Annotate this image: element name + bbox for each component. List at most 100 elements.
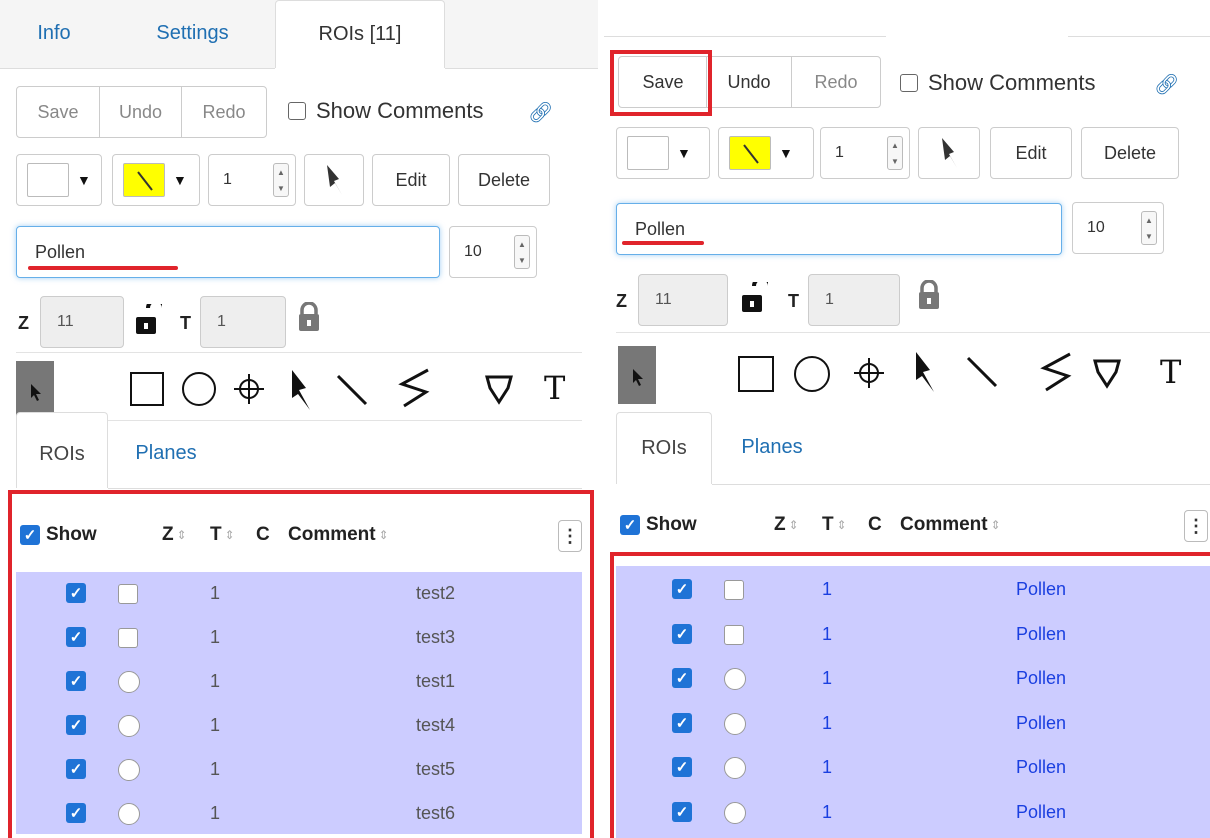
toolbar-divider (16, 352, 582, 353)
subtab-planes[interactable]: Planes (722, 412, 822, 484)
unlock-icon[interactable] (740, 276, 772, 319)
toolbar-divider (616, 332, 1210, 333)
font-size-value: 10 (464, 243, 482, 260)
stroke-width-value: 1 (835, 144, 844, 161)
point-tool-icon[interactable] (230, 370, 268, 413)
delete-button[interactable]: Delete (1081, 127, 1179, 179)
z-label: Z (18, 313, 29, 333)
tab-settings[interactable]: Settings (130, 0, 255, 68)
t-label: T (788, 291, 799, 311)
rectangle-tool-icon[interactable] (130, 372, 164, 406)
caret-down-icon: ▼ (677, 145, 691, 161)
t-label: T (180, 313, 191, 333)
column-menu-icon[interactable]: ⋮ (1184, 510, 1208, 542)
comment-value: Pollen (35, 241, 86, 262)
show-comments-checkbox[interactable] (900, 74, 918, 92)
ellipse-tool-icon[interactable] (182, 372, 216, 406)
text-tool-icon[interactable]: T (1160, 356, 1181, 388)
edit-button[interactable]: Edit (990, 127, 1072, 179)
fill-color-picker[interactable]: ▼ (616, 127, 710, 179)
spinner-arrows-icon[interactable]: ▲ ▼ (887, 136, 903, 170)
column-comment-header[interactable]: Comment ⇕ (900, 514, 1001, 536)
column-z-label: Z (774, 514, 786, 535)
show-comments-checkbox[interactable] (288, 102, 306, 120)
tabbar-divider (445, 68, 598, 69)
stroke-color-picker[interactable]: ▼ (112, 154, 200, 206)
z-input[interactable]: 11 (638, 274, 728, 326)
fill-color-swatch (627, 136, 669, 170)
text-tool-icon[interactable]: T (544, 372, 565, 404)
t-input[interactable]: 1 (808, 274, 900, 326)
polyline-tool-icon[interactable] (398, 366, 432, 415)
spinner-arrows-icon[interactable]: ▲ ▼ (273, 163, 289, 197)
column-t-label: T (822, 514, 834, 535)
annotation-underline (28, 266, 178, 270)
t-input[interactable]: 1 (200, 296, 286, 348)
z-input[interactable]: 11 (40, 296, 124, 348)
column-t-header[interactable]: T ⇕ (822, 514, 847, 536)
font-size-stepper[interactable]: 10 ▲ ▼ (449, 226, 537, 278)
edit-button[interactable]: Edit (372, 154, 450, 206)
stroke-width-stepper[interactable]: 1 ▲ ▼ (208, 154, 296, 206)
column-z-header[interactable]: Z ⇕ (774, 514, 799, 536)
arrow-tool-icon[interactable] (286, 368, 316, 417)
spinner-arrows-icon[interactable]: ▲ ▼ (1141, 211, 1157, 245)
select-tool-button[interactable] (618, 346, 656, 404)
comment-input[interactable]: Pollen (16, 226, 440, 278)
show-comments-toggle[interactable]: Show Comments (900, 70, 1096, 96)
lock-icon[interactable] (918, 279, 940, 315)
font-size-value: 10 (1087, 219, 1105, 236)
caret-down-icon: ▼ (779, 145, 793, 161)
subtab-rois[interactable]: ROIs (616, 412, 712, 484)
line-tool-icon[interactable] (964, 354, 1002, 397)
redo-button[interactable]: Redo (791, 56, 881, 108)
tab-info[interactable]: Info (18, 0, 90, 68)
unlock-icon[interactable] (134, 298, 166, 341)
undo-button[interactable]: Undo (99, 86, 182, 138)
lock-icon[interactable] (298, 301, 320, 337)
ellipse-tool-icon[interactable] (794, 356, 830, 392)
comment-value: Pollen (635, 218, 686, 239)
delete-button[interactable]: Delete (458, 154, 550, 206)
arrow-style-button[interactable] (304, 154, 364, 206)
caret-down-icon: ▼ (77, 172, 91, 188)
arrow-icon (942, 138, 957, 168)
polygon-tool-icon[interactable] (1092, 358, 1122, 395)
select-tool-button[interactable] (16, 361, 54, 419)
right-panel: Save Undo Redo Show Comments 🔗︎ ▼ ▼ 1 ▲ ▼… (604, 0, 1210, 838)
tab-rois[interactable]: ROIs [11] (275, 0, 445, 68)
stroke-width-stepper[interactable]: 1 ▲ ▼ (820, 127, 910, 179)
link-icon[interactable]: 🔗︎ (1154, 72, 1179, 97)
comment-input[interactable]: Pollen (616, 203, 1062, 255)
undo-button[interactable]: Undo (706, 56, 792, 108)
show-header-label: Show (646, 514, 697, 535)
subtab-planes[interactable]: Planes (116, 412, 216, 488)
polyline-tool-icon[interactable] (1040, 350, 1074, 399)
link-icon[interactable]: 🔗︎ (528, 100, 553, 125)
stroke-color-picker[interactable]: ▼ (718, 127, 814, 179)
point-tool-icon[interactable] (850, 354, 888, 397)
save-button[interactable]: Save (16, 86, 100, 138)
t-value: 1 (217, 313, 226, 330)
show-comments-toggle[interactable]: Show Comments (288, 98, 484, 124)
column-c-header: C (868, 514, 882, 536)
subtab-rois[interactable]: ROIs (16, 412, 108, 488)
rectangle-tool-icon[interactable] (738, 356, 774, 392)
fill-color-swatch (27, 163, 69, 197)
font-size-stepper[interactable]: 10 ▲ ▼ (1072, 202, 1164, 254)
sort-icon: ⇕ (836, 518, 847, 532)
stroke-width-value: 1 (223, 171, 232, 188)
redo-button[interactable]: Redo (181, 86, 267, 138)
line-icon (743, 144, 759, 164)
highlight-box (8, 490, 594, 838)
polygon-tool-icon[interactable] (484, 374, 514, 411)
arrow-tool-icon[interactable] (910, 350, 940, 399)
spinner-arrows-icon[interactable]: ▲ ▼ (514, 235, 530, 269)
fill-color-picker[interactable]: ▼ (16, 154, 102, 206)
show-all-header[interactable]: ✓ Show (620, 514, 697, 536)
show-all-checkbox[interactable]: ✓ (620, 515, 640, 535)
arrow-style-button[interactable] (918, 127, 980, 179)
pointer-icon (31, 384, 41, 401)
line-tool-icon[interactable] (334, 372, 372, 415)
annotation-underline (622, 241, 704, 245)
